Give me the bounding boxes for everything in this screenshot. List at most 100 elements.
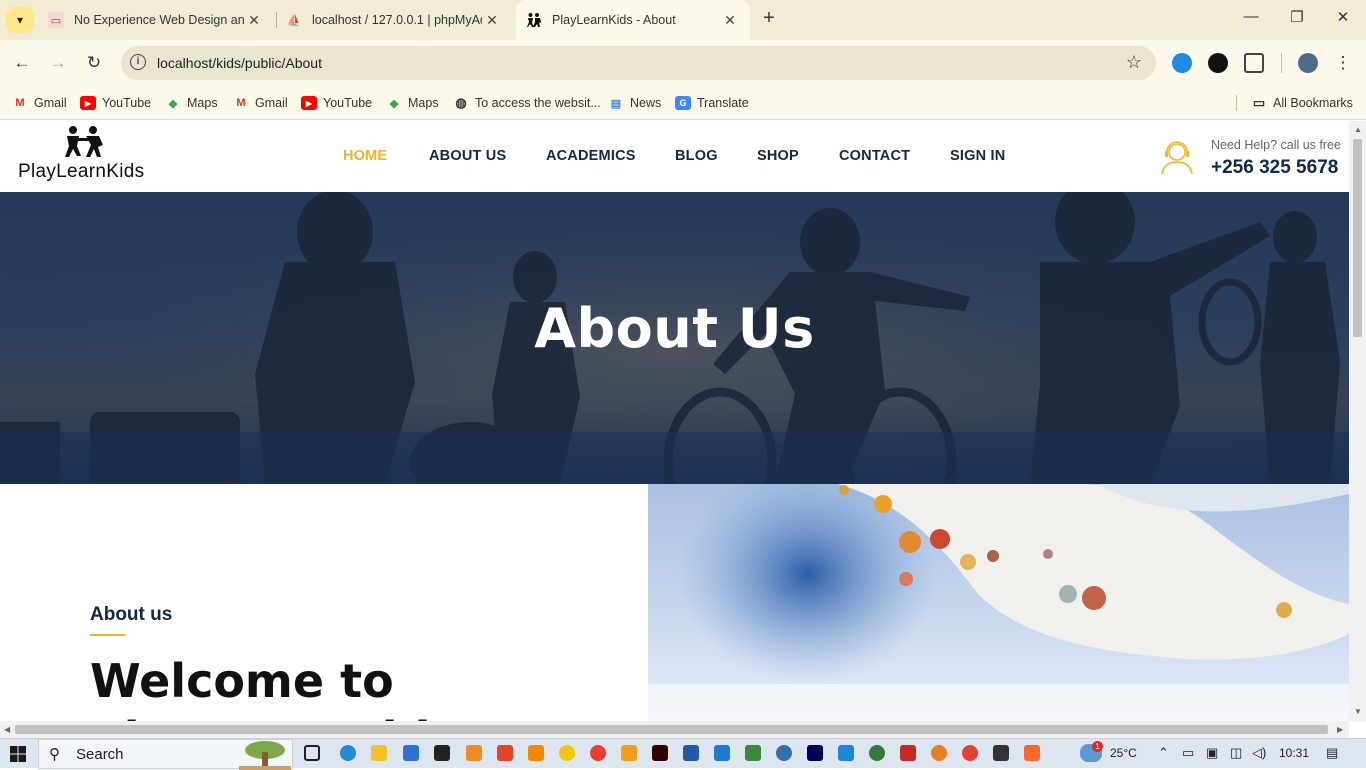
- maps-icon: ◆: [168, 97, 178, 110]
- audition-icon[interactable]: [807, 745, 823, 761]
- app-icon-blue[interactable]: [683, 745, 699, 761]
- tab-phpmyadmin[interactable]: ⛵ localhost / 127.0.0.1 | phpMyAd ✕: [276, 0, 512, 40]
- bookmark-maps[interactable]: ◆ Maps: [165, 93, 218, 113]
- notification-badge: 1: [1092, 741, 1103, 752]
- nav-shop[interactable]: SHOP: [757, 148, 799, 164]
- tray-chevron-up-icon[interactable]: ⌃: [1158, 745, 1169, 761]
- close-tab-icon[interactable]: ✕: [482, 12, 502, 29]
- scroll-left-arrow-icon[interactable]: ◀: [4, 725, 10, 734]
- bookmark-translate[interactable]: G Translate: [675, 93, 749, 113]
- weather-temperature[interactable]: 25°C: [1110, 746, 1137, 760]
- close-tab-icon[interactable]: ✕: [720, 12, 740, 29]
- mail-icon[interactable]: [434, 745, 450, 761]
- app-icon-green[interactable]: [745, 745, 761, 761]
- bookmark-gmail-2[interactable]: M Gmail: [233, 93, 287, 113]
- extension-dark-icon[interactable]: [1208, 53, 1228, 73]
- scroll-down-arrow-icon[interactable]: ▼: [1354, 707, 1362, 716]
- bookmark-news[interactable]: ▤ News: [608, 93, 661, 113]
- file-explorer-icon[interactable]: [371, 745, 387, 761]
- app-icon-leaf[interactable]: [869, 745, 885, 761]
- chevron-down-icon: ▾: [16, 13, 24, 27]
- accent-underline: [90, 634, 125, 636]
- back-arrow-icon[interactable]: ←: [11, 52, 33, 74]
- scroll-up-arrow-icon[interactable]: ▲: [1354, 125, 1362, 134]
- bookmark-youtube[interactable]: ▶ YouTube: [80, 93, 151, 113]
- restore-window-icon[interactable]: ❐: [1286, 8, 1308, 30]
- tab-web-design[interactable]: ▭ No Experience Web Design and ✕: [38, 0, 274, 40]
- taskbar-clock[interactable]: 10:31: [1279, 746, 1309, 760]
- new-tab-plus-icon[interactable]: +: [758, 8, 780, 30]
- vertical-scroll-thumb[interactable]: [1353, 139, 1362, 337]
- search-icon: ⚲: [49, 746, 60, 763]
- nav-sign-in[interactable]: SIGN IN: [950, 148, 1005, 164]
- xampp-icon[interactable]: [1024, 745, 1040, 761]
- kids-favicon-icon: [526, 12, 542, 28]
- app-icon-globe[interactable]: [776, 745, 792, 761]
- tray-volume-icon[interactable]: ◁): [1252, 745, 1266, 761]
- forward-arrow-icon[interactable]: →: [47, 52, 69, 74]
- kids-logo-icon[interactable]: [63, 125, 107, 161]
- action-center-icon[interactable]: ▤: [1326, 745, 1338, 761]
- bookmark-youtube-2[interactable]: ▶ YouTube: [301, 93, 372, 113]
- bookmark-star-icon[interactable]: ☆: [1126, 52, 1142, 73]
- nav-about-us[interactable]: ABOUT US: [429, 148, 506, 164]
- app-icon-red[interactable]: [900, 745, 916, 761]
- firefox-icon[interactable]: [931, 745, 947, 761]
- page-viewport: PlayLearnKids HOME ABOUT US ACADEMICS BL…: [0, 121, 1349, 721]
- bookmark-maps-2[interactable]: ◆ Maps: [386, 93, 439, 113]
- bookmark-gmail[interactable]: M Gmail: [12, 93, 66, 113]
- site-info-icon[interactable]: i: [130, 54, 146, 70]
- extensions-puzzle-icon[interactable]: [1244, 53, 1264, 73]
- chrome-active-icon[interactable]: [962, 745, 978, 761]
- tray-meet-icon[interactable]: ◫: [1230, 745, 1242, 761]
- nav-academics[interactable]: ACADEMICS: [546, 148, 636, 164]
- extension-shazam-icon[interactable]: [1172, 53, 1192, 73]
- gmail-icon: M: [236, 97, 246, 109]
- scroll-right-arrow-icon[interactable]: ▶: [1337, 725, 1343, 734]
- task-view-icon[interactable]: [304, 745, 320, 761]
- vlc-icon[interactable]: [528, 745, 544, 761]
- sublime-icon[interactable]: [466, 745, 482, 761]
- app-icon-yellow[interactable]: [559, 745, 575, 761]
- horizontal-scrollbar[interactable]: ◀ ▶: [0, 721, 1349, 738]
- vertical-scrollbar[interactable]: ▲ ▼: [1349, 121, 1366, 721]
- search-tool-icon[interactable]: [621, 745, 637, 761]
- tab-playlearnkids-about[interactable]: PlayLearnKids - About ✕: [516, 0, 750, 40]
- tab-search-menu-button[interactable]: ▾: [6, 7, 34, 33]
- reload-icon[interactable]: ↻: [83, 52, 105, 74]
- kebab-menu-icon[interactable]: ⋮: [1332, 52, 1354, 74]
- taskbar-search-box[interactable]: ⚲ Search: [38, 739, 293, 770]
- profile-avatar[interactable]: [1298, 53, 1318, 73]
- address-bar[interactable]: i localhost/kids/public/About ☆: [121, 46, 1156, 80]
- chrome-icon[interactable]: [590, 745, 606, 761]
- all-bookmarks-button[interactable]: ▭ All Bookmarks: [1251, 93, 1353, 113]
- nav-home[interactable]: HOME: [343, 148, 387, 164]
- tab-title: No Experience Web Design and: [74, 13, 244, 27]
- bookmarks-bar: M Gmail ▶ YouTube ◆ Maps M Gmail ▶ YouTube ◆ M…: [0, 86, 1366, 120]
- nav-contact[interactable]: CONTACT: [839, 148, 910, 164]
- illustrator-icon[interactable]: [652, 745, 668, 761]
- nav-blog[interactable]: BLOG: [675, 148, 718, 164]
- logo-text[interactable]: PlayLearnKids: [18, 161, 144, 183]
- store-icon[interactable]: [403, 745, 419, 761]
- brave-icon[interactable]: [497, 745, 513, 761]
- support-headset-icon: [1161, 141, 1193, 175]
- windows-start-icon[interactable]: [10, 746, 26, 762]
- bookmark-access-website[interactable]: ◍ To access the websit...: [453, 93, 600, 113]
- windows-taskbar: ⚲ Search 1 25°C ⌃ ▭ ▣ ◫ ◁) 10:31 ▤: [0, 738, 1366, 770]
- tray-battery-icon[interactable]: ▭: [1182, 745, 1194, 761]
- close-window-icon[interactable]: ✕: [1332, 8, 1354, 30]
- hero-title: About Us: [534, 297, 815, 360]
- help-phone-number[interactable]: +256 325 5678: [1211, 157, 1338, 179]
- close-tab-icon[interactable]: ✕: [244, 12, 264, 29]
- horizontal-scroll-thumb[interactable]: [15, 725, 1328, 734]
- vscode-icon[interactable]: [838, 745, 854, 761]
- address-url[interactable]: localhost/kids/public/About: [157, 55, 322, 71]
- tray-network-icon[interactable]: ▣: [1206, 745, 1218, 761]
- about-section: About us Welcome to PlayLearnKids: [0, 484, 1349, 721]
- app-icon-mic[interactable]: [993, 745, 1009, 761]
- welcome-heading-line-1: Welcome to: [90, 654, 394, 708]
- edge-icon[interactable]: [340, 745, 356, 761]
- minimize-window-icon[interactable]: —: [1240, 8, 1262, 30]
- app-icon-chart[interactable]: [714, 745, 730, 761]
